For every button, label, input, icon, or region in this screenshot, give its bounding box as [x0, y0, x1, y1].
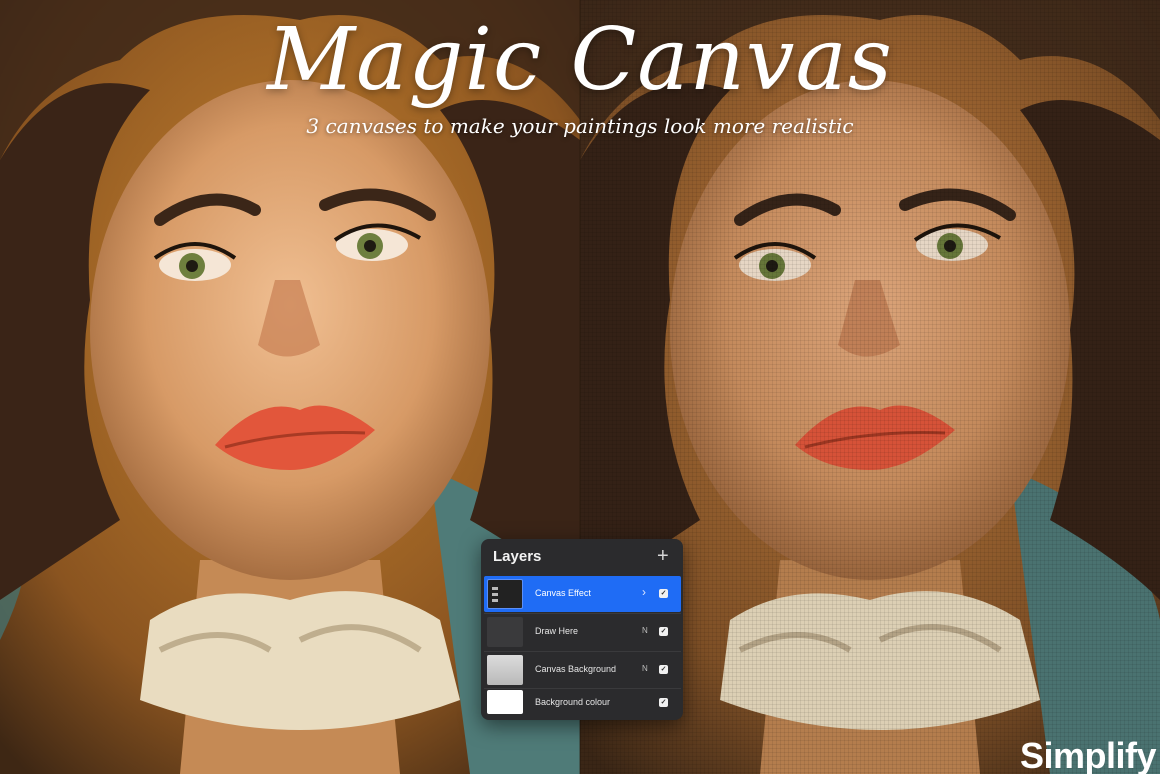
chevron-right-icon[interactable]: › — [642, 585, 646, 599]
light-gray-thumbnail — [487, 655, 523, 685]
layer-name: Canvas Background — [535, 664, 617, 674]
canvas-effect-thumbnail — [487, 579, 523, 609]
white-thumbnail — [487, 690, 523, 714]
layers-header: Layers + — [481, 539, 683, 573]
layer-row-canvas-effect[interactable]: Canvas Effect › ✓ — [484, 576, 681, 612]
plus-icon[interactable]: + — [657, 545, 669, 568]
layer-row-canvas-background[interactable]: Canvas Background N ✓ — [484, 652, 681, 688]
dark-gray-thumbnail — [487, 617, 523, 647]
layer-name: Draw Here — [535, 626, 579, 636]
visibility-checkbox[interactable]: ✓ — [659, 665, 668, 674]
blend-mode-label[interactable]: N — [642, 626, 648, 635]
visibility-checkbox[interactable]: ✓ — [659, 698, 668, 707]
page-title: Magic Canvas — [267, 10, 893, 110]
layers-panel: Layers + Canvas Effect › ✓ Draw Here N ✓… — [481, 539, 683, 720]
layer-name: Canvas Effect — [535, 588, 591, 598]
visibility-checkbox[interactable]: ✓ — [659, 627, 668, 636]
visibility-checkbox[interactable]: ✓ — [659, 589, 668, 598]
layers-title: Layers — [493, 548, 542, 565]
blend-mode-label[interactable]: N — [642, 664, 648, 673]
layer-name: Background colour — [535, 697, 611, 707]
layer-row-draw-here[interactable]: Draw Here N ✓ — [484, 614, 681, 650]
brand-logo: Simplify — [1020, 735, 1157, 774]
page-subtitle: 3 canvases to make your paintings look m… — [306, 114, 854, 138]
layer-row-background-colour[interactable]: Background colour ✓ — [484, 687, 681, 719]
